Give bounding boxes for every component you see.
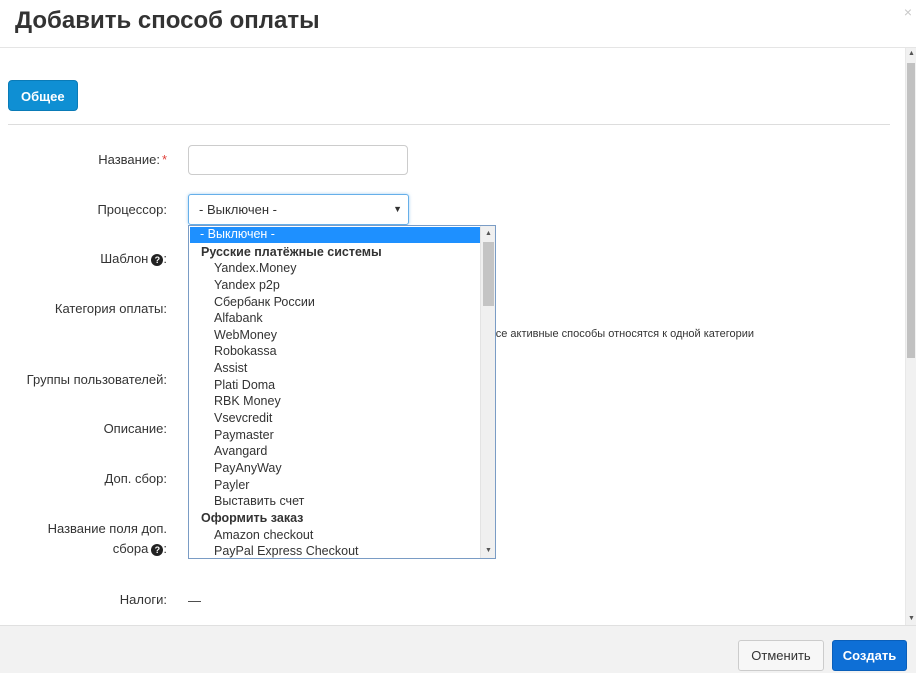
dropdown-options: - Выключен - Русские платёжные системы Y… — [189, 226, 481, 558]
dropdown-option[interactable]: Assist — [189, 360, 481, 377]
surcharge-title-label-line2: сбора?: — [112, 541, 167, 556]
surcharge-title-label-line1: Название поля доп. — [47, 521, 167, 536]
processor-dropdown-list[interactable]: - Выключен - Русские платёжные системы Y… — [188, 225, 496, 559]
dialog-footer: Отменить Создать — [0, 625, 916, 673]
dropdown-group-russian-systems: Русские платёжные системы — [201, 244, 382, 259]
scroll-down-arrow-icon[interactable]: ▼ — [481, 543, 495, 558]
dropdown-option[interactable]: Yandex p2p — [189, 277, 481, 294]
dropdown-option[interactable]: PayPal Express Checkout — [189, 543, 481, 558]
dropdown-option[interactable]: Paymaster — [189, 427, 481, 444]
description-label: Описание: — [103, 421, 167, 436]
dropdown-option[interactable]: Alfabank — [189, 310, 481, 327]
dropdown-scrollbar[interactable]: ▲ ▼ — [480, 226, 495, 558]
category-hint: все активные способы относятся к одной к… — [490, 328, 755, 340]
help-icon[interactable]: ? — [151, 544, 164, 556]
close-icon[interactable]: × — [904, 4, 912, 20]
taxes-label: Налоги: — [119, 592, 167, 607]
name-input[interactable] — [188, 145, 408, 175]
dropdown-option[interactable]: Robokassa — [189, 343, 481, 360]
caret-down-icon: ▼ — [393, 204, 402, 214]
usergroups-label: Группы пользователей: — [26, 372, 167, 387]
tab-general[interactable]: Общее — [8, 80, 78, 111]
dropdown-option[interactable]: Сбербанк России — [189, 294, 481, 311]
dropdown-option[interactable]: Выставить счет — [189, 493, 481, 510]
processor-select[interactable]: - Выключен - ▼ — [188, 194, 409, 225]
dialog-scrollbar[interactable]: ▲ ▼ — [905, 48, 916, 625]
dropdown-option[interactable]: Yandex.Money — [189, 260, 481, 277]
dropdown-option[interactable]: RBK Money — [189, 393, 481, 410]
category-label: Категория оплаты: — [54, 301, 167, 316]
add-payment-method-dialog: Добавить способ оплаты × Общее Название:… — [0, 0, 916, 673]
required-mark: * — [161, 152, 167, 167]
dropdown-option[interactable]: WebMoney — [189, 327, 481, 344]
dropdown-option[interactable]: PayAnyWay — [189, 460, 481, 477]
template-label: Шаблон?: — [100, 251, 167, 266]
surcharge-label: Доп. сбор: — [104, 471, 167, 486]
dropdown-option[interactable]: Avangard — [189, 443, 481, 460]
scroll-down-arrow-icon[interactable]: ▼ — [906, 613, 916, 625]
dropdown-scrollbar-thumb[interactable] — [483, 242, 494, 306]
processor-label: Процессор: — [97, 202, 167, 217]
dropdown-option[interactable]: Vsevcredit — [189, 410, 481, 427]
scroll-up-arrow-icon[interactable]: ▲ — [906, 48, 916, 60]
scroll-up-arrow-icon[interactable]: ▲ — [481, 226, 495, 241]
taxes-value: — — [188, 593, 201, 608]
dropdown-option[interactable]: Payler — [189, 477, 481, 494]
dropdown-option-selected[interactable]: - Выключен - — [190, 227, 480, 243]
dropdown-option[interactable]: Amazon checkout — [189, 527, 481, 544]
name-label: Название: * — [98, 152, 167, 167]
tabs-divider — [8, 124, 890, 125]
dropdown-option[interactable]: Plati Doma — [189, 377, 481, 394]
create-button[interactable]: Создать — [832, 640, 907, 671]
dropdown-group-checkout: Оформить заказ — [201, 510, 304, 525]
scrollbar-thumb[interactable] — [907, 63, 915, 358]
processor-select-value: - Выключен - — [199, 202, 277, 217]
help-icon[interactable]: ? — [151, 254, 164, 266]
cancel-button[interactable]: Отменить — [738, 640, 824, 671]
dialog-title: Добавить способ оплаты — [15, 7, 320, 34]
dialog-header: Добавить способ оплаты × — [0, 0, 916, 48]
